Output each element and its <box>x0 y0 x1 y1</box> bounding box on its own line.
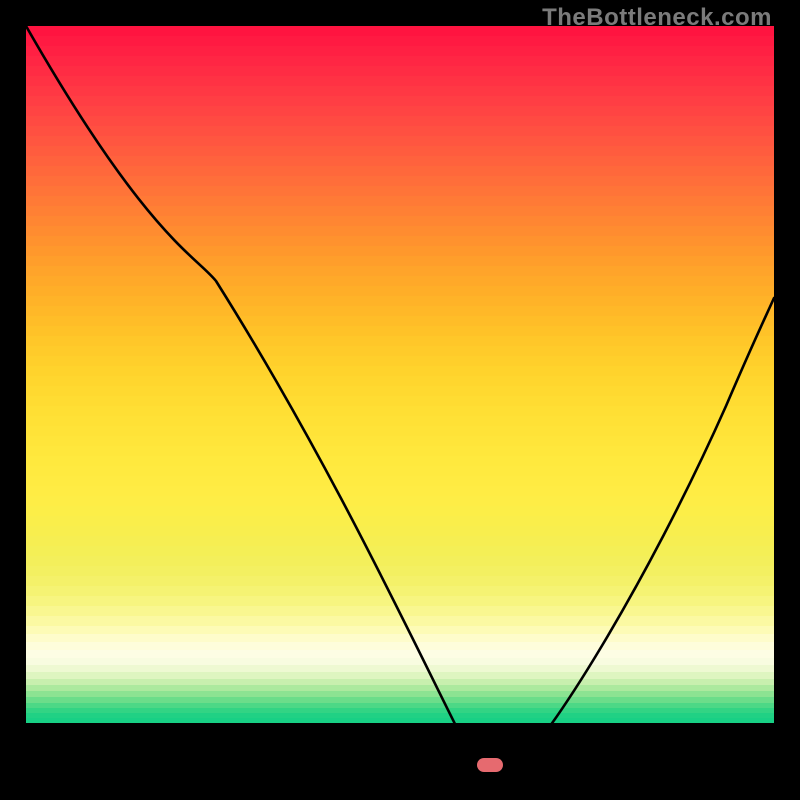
chart-frame: TheBottleneck.com <box>0 0 800 800</box>
watermark-text: TheBottleneck.com <box>542 4 772 32</box>
optimal-marker <box>477 758 503 772</box>
bottleneck-curve <box>26 26 774 774</box>
plot-area <box>26 26 774 774</box>
